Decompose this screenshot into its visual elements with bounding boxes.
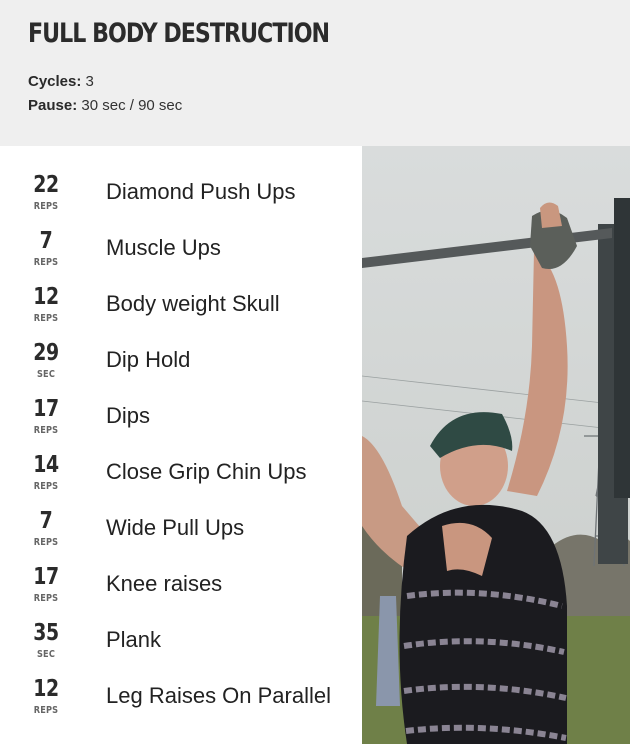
exercise-count: 17 bbox=[33, 396, 59, 422]
exercise-count: 12 bbox=[33, 676, 59, 702]
exercise-row: 22 REPS Diamond Push Ups bbox=[0, 146, 362, 212]
exercise-count: 7 bbox=[39, 508, 53, 534]
exercise-list: 22 REPS Diamond Push Ups 7 REPS Muscle U… bbox=[0, 146, 362, 744]
cycles-label: Cycles: bbox=[28, 73, 82, 90]
exercise-unit: REPS bbox=[33, 705, 59, 716]
exercise-row: 29 SEC Dip Hold bbox=[0, 314, 362, 380]
exercise-count: 17 bbox=[33, 564, 59, 590]
exercise-count: 7 bbox=[39, 228, 53, 254]
exercise-row: 14 REPS Close Grip Chin Ups bbox=[0, 426, 362, 492]
exercise-name: Leg Raises On Parallel bbox=[106, 683, 332, 708]
workout-title: FULL BODY DESTRUCTION bbox=[28, 18, 330, 49]
exercise-row: 7 REPS Wide Pull Ups bbox=[0, 482, 362, 548]
exercise-row: 12 REPS Leg Raises On Parallel bbox=[0, 650, 362, 716]
cycles-value: 3 bbox=[85, 73, 94, 90]
exercise-row: 17 REPS Knee raises bbox=[0, 538, 362, 604]
pause-info: Pause: 30 sec / 90 sec bbox=[28, 97, 182, 114]
exercise-row: 7 REPS Muscle Ups bbox=[0, 202, 362, 268]
pause-value: 30 sec / 90 sec bbox=[81, 97, 183, 114]
exercise-count: 12 bbox=[33, 284, 59, 310]
exercise-count: 14 bbox=[33, 452, 59, 478]
exercise-row: 17 REPS Dips bbox=[0, 370, 362, 436]
workout-header: FULL BODY DESTRUCTION Cycles: 3 Pause: 3… bbox=[0, 0, 630, 146]
athlete-photo bbox=[362, 146, 630, 744]
pause-label: Pause: bbox=[28, 97, 78, 114]
exercise-row: 35 SEC Plank bbox=[0, 594, 362, 660]
exercise-row: 12 REPS Body weight Skull bbox=[0, 258, 362, 324]
exercise-count: 35 bbox=[33, 620, 59, 646]
cycles-info: Cycles: 3 bbox=[28, 73, 94, 90]
exercise-count: 29 bbox=[33, 340, 59, 366]
exercise-count: 22 bbox=[33, 172, 59, 198]
